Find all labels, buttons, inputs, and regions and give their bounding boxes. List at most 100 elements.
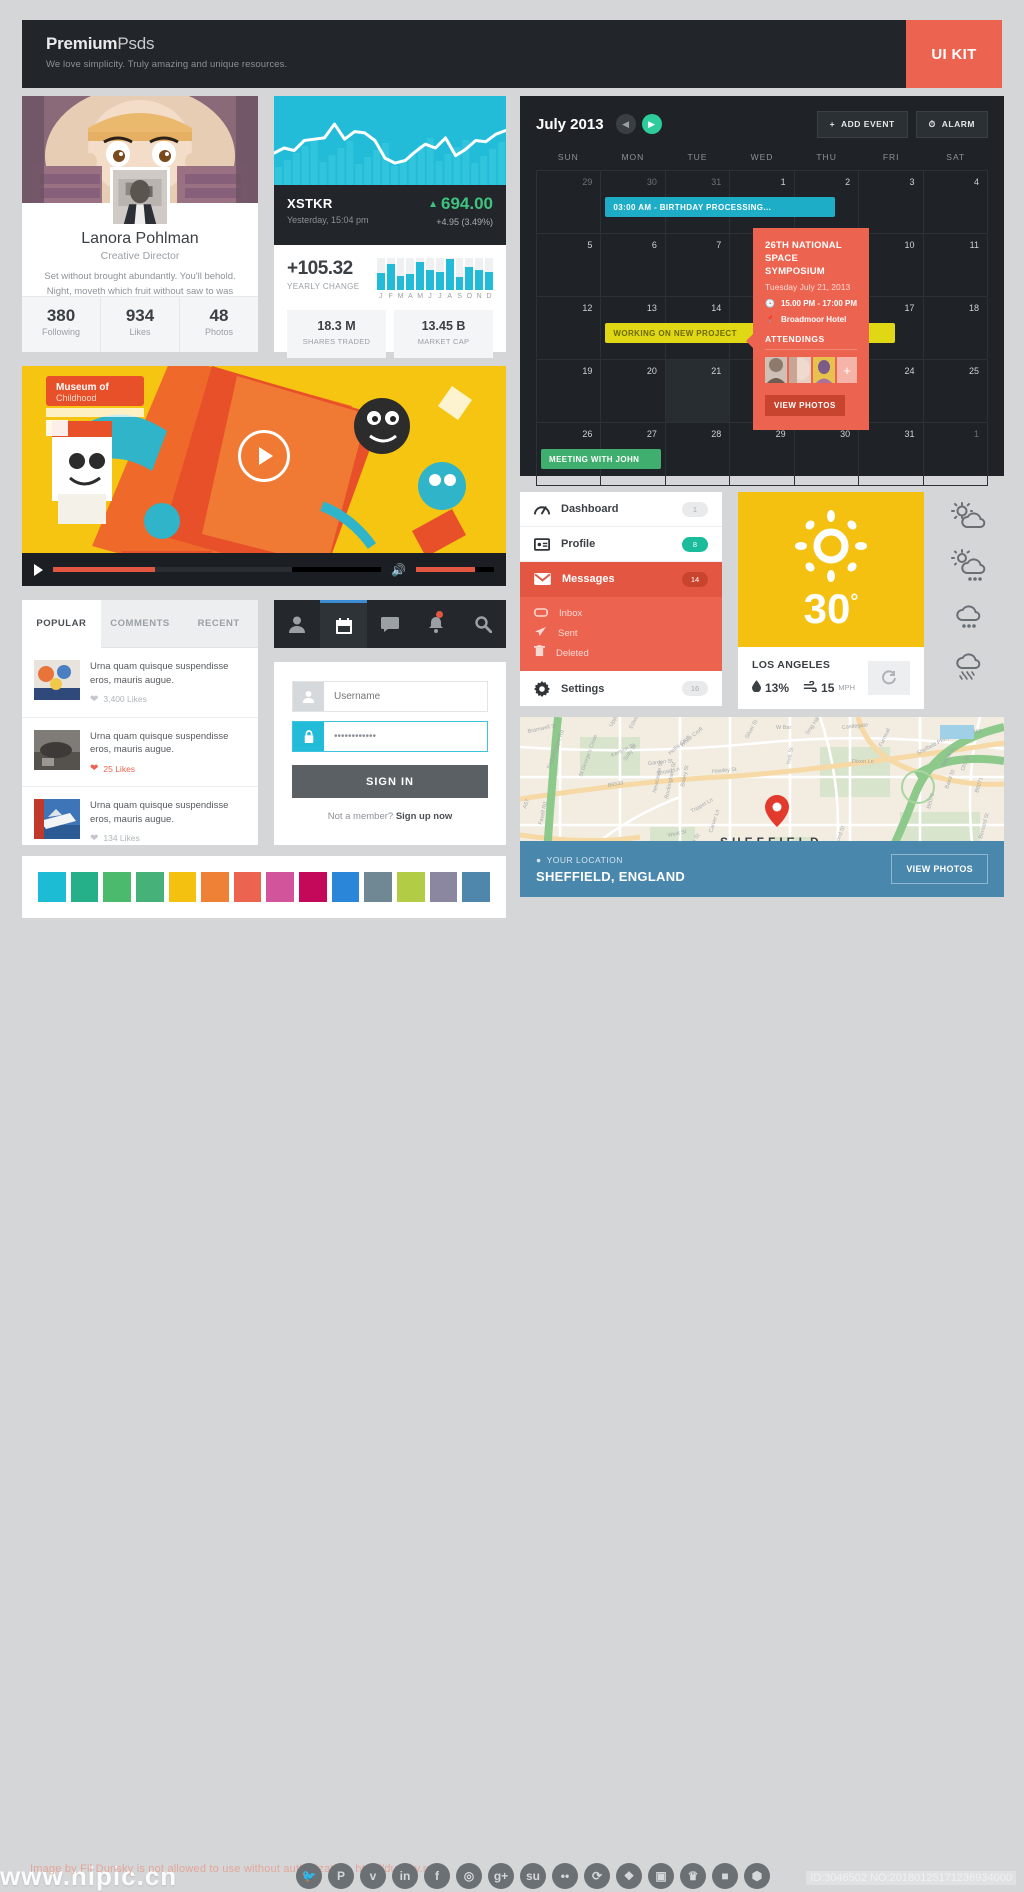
map-view-photos-button[interactable]: VIEW PHOTOS [891,854,988,884]
bell-icon[interactable] [413,600,459,648]
vimeo-icon[interactable]: v [360,1863,386,1889]
search-icon[interactable] [460,600,506,648]
color-swatch[interactable] [429,872,458,902]
chevron-right-icon[interactable]: ▶ [641,114,662,134]
submenu-item-deleted[interactable]: Deleted [520,643,722,663]
linkedin-icon[interactable]: in [392,1863,418,1889]
menu-item-profile[interactable]: Profile 8 [520,527,722,562]
rss-icon[interactable]: ⟳ [584,1863,610,1889]
calendar-event-meeting[interactable]: MEETING WITH JOHN [541,449,661,469]
heart-icon[interactable]: ❤ [90,833,98,844]
heart-icon[interactable]: ❤ [90,763,98,774]
stat-following[interactable]: 380 Following [22,297,101,352]
attendee-avatar[interactable] [765,357,787,384]
color-swatch[interactable] [103,872,131,902]
attendee-avatar[interactable] [813,357,835,384]
calendar-day-cell[interactable]: 4 [923,171,988,234]
dribbble-icon[interactable]: ◎ [456,1863,482,1889]
calendar-day-cell[interactable]: 30 [794,423,860,486]
list-item[interactable]: Urna quam quisque suspendisse eros, maur… [22,718,258,788]
tab-comments[interactable]: COMMENTS [100,600,180,648]
heart-icon[interactable]: ❤ [90,694,98,705]
forecast-icon-list [936,492,1004,692]
twitter-icon[interactable]: 🐦 [296,1863,322,1889]
color-swatch[interactable] [168,872,197,902]
sign-up-link[interactable]: Sign up now [396,811,452,822]
stumbleupon-icon[interactable]: su [520,1863,546,1889]
chevron-left-icon[interactable]: ◀ [615,114,636,134]
calendar-day-cell[interactable]: 26 MEETING WITH JOHN [537,423,661,486]
username-input[interactable] [324,682,487,711]
calendar-day-cell[interactable]: 29 [537,171,602,234]
video-progress-track[interactable] [53,567,382,572]
submenu-item-inbox[interactable]: Inbox [520,603,722,623]
calendar-day-cell[interactable]: 12 [537,297,602,360]
color-swatch[interactable] [397,872,425,902]
calendar-day-cell[interactable]: 5 [537,234,602,297]
google-plus-icon[interactable]: g+ [488,1863,514,1889]
color-swatch[interactable] [135,872,164,902]
password-input[interactable] [324,722,487,751]
trophy-icon[interactable]: ♛ [680,1863,706,1889]
volume-icon[interactable]: 🔊 [391,563,406,577]
list-item[interactable]: Urna quam quisque suspendisse eros, maur… [22,787,258,856]
submenu-item-sent[interactable]: Sent [520,623,722,643]
calendar-event-birthday[interactable]: 03:00 AM - BIRTHDAY PROCESSING... [605,197,836,217]
color-swatch[interactable] [364,872,393,902]
dropbox-icon[interactable]: ❖ [616,1863,642,1889]
map-widget[interactable]: Bramwell St Netherthorpe Rd Kenyon St Ga… [520,717,1004,897]
attendee-avatar[interactable] [789,357,811,384]
tab-popular[interactable]: POPULAR [22,600,101,648]
calendar-day-cell[interactable]: 1 [923,423,988,486]
flickr-icon[interactable]: •• [552,1863,578,1889]
color-swatch[interactable] [201,872,229,902]
calendar-day-cell[interactable]: 28 [665,423,731,486]
calendar-day-cell[interactable]: 29 [730,423,795,486]
color-swatch[interactable] [233,872,262,902]
calendar-day-cell[interactable]: 31 [859,423,924,486]
alarm-button[interactable]: ⏱ ALARM [915,110,988,138]
instagram-icon[interactable]: ▣ [648,1863,674,1889]
video-player[interactable]: Museum of Childhood 🔊 [22,366,506,586]
user-icon[interactable] [274,600,320,648]
calendar-day-cell[interactable]: 30 03:00 AM - BIRTHDAY PROCESSING... [601,171,836,234]
calendar-day-cell[interactable]: 7 [665,234,731,297]
color-swatch[interactable] [38,872,66,902]
menu-item-messages[interactable]: Messages 14 [520,562,722,597]
calendar-day-cell[interactable]: 3 [859,171,924,234]
calendar-day-cell[interactable]: 19 [537,360,602,423]
bar-value [416,262,425,290]
add-attendee-button[interactable]: + [837,357,857,384]
chat-icon[interactable] [367,600,413,648]
calendar-day-cell[interactable]: 21 [665,360,731,423]
facebook-icon[interactable]: f [424,1863,450,1889]
color-swatch[interactable] [462,872,490,902]
volume-slider[interactable] [416,567,494,572]
behance-icon[interactable]: ⬢ [744,1863,770,1889]
add-event-button[interactable]: + ADD EVENT [816,110,908,138]
color-swatch[interactable] [266,872,295,902]
stat-photos[interactable]: 48 Photos [180,297,258,352]
list-item[interactable]: Urna quam quisque suspendisse eros, maur… [22,648,258,718]
color-swatch[interactable] [70,872,99,902]
color-swatch[interactable] [331,872,360,902]
tab-recent[interactable]: RECENT [179,600,259,648]
refresh-icon[interactable] [868,661,910,695]
calendar-day-cell[interactable]: 11 [923,234,988,297]
menu-item-settings[interactable]: Settings 16 [520,671,722,706]
stat-likes[interactable]: 934 Likes [101,297,180,352]
view-photos-button[interactable]: VIEW PHOTOS [765,395,845,417]
calendar-day-cell[interactable]: 25 [923,360,988,423]
video-play-overlay-button[interactable] [238,430,290,482]
color-swatch[interactable] [299,872,327,902]
calendar-day-cell[interactable]: 20 [601,360,666,423]
play-icon[interactable] [34,563,43,576]
camera-icon[interactable]: ■ [712,1863,738,1889]
menu-item-dashboard[interactable]: Dashboard 1 [520,492,722,527]
calendar-day-cell[interactable]: 13 WORKING ON NEW PROJECT [601,297,896,360]
pinterest-icon[interactable]: P [328,1863,354,1889]
calendar-day-cell[interactable]: 6 [601,234,666,297]
sign-in-button[interactable]: SIGN IN [292,765,488,798]
calendar-icon[interactable] [320,600,367,648]
calendar-day-cell[interactable]: 18 [923,297,988,360]
